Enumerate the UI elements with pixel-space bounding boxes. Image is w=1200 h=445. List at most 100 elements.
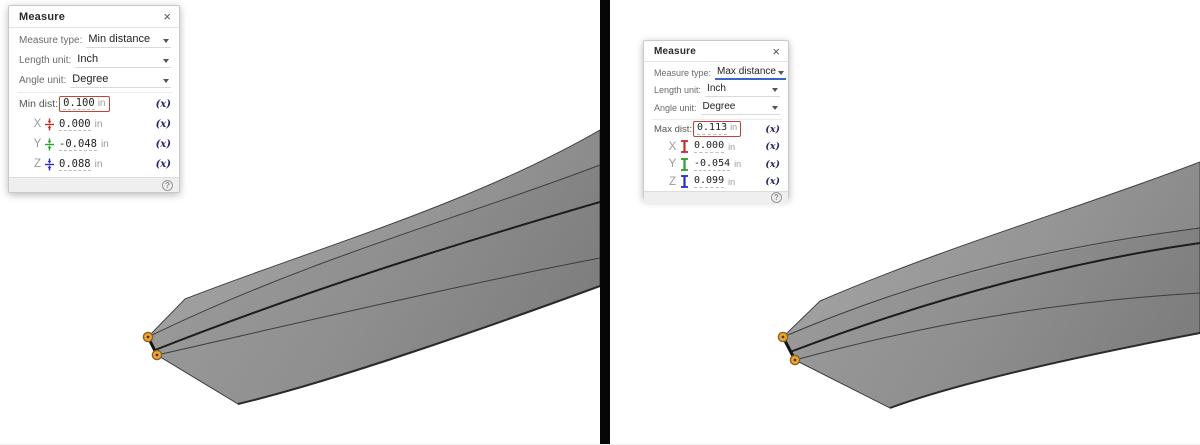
- axis-x-label: X: [667, 141, 678, 153]
- length-unit-row: Length unit: Inch: [654, 82, 780, 100]
- axis-z-row: Z 0.088 in (x): [19, 154, 171, 174]
- angle-unit-select[interactable]: Degree: [70, 73, 171, 88]
- dialog-header: Measure ×: [9, 6, 179, 28]
- split-view-divider: [600, 0, 610, 444]
- unit-label: in: [95, 119, 103, 130]
- max-distance-z-icon: [679, 175, 690, 188]
- axis-y-label: Y: [667, 158, 678, 170]
- create-variable-button[interactable]: (x): [765, 124, 780, 135]
- axis-x-row: X 0.000 in (x): [654, 138, 780, 156]
- angle-unit-select[interactable]: Degree: [701, 101, 780, 115]
- unit-label: in: [101, 139, 109, 150]
- dialog-body: Measure type: Max distance Length unit: …: [644, 62, 788, 191]
- chevron-down-icon: [772, 106, 778, 110]
- axis-y-row: Y -0.054 in (x): [654, 156, 780, 174]
- axis-y-row: Y -0.048 in (x): [19, 134, 171, 154]
- chevron-down-icon: [163, 59, 169, 63]
- measure-type-row: Measure type: Min distance: [19, 30, 171, 50]
- unit-label: in: [734, 159, 741, 169]
- measure-type-label: Measure type:: [19, 35, 82, 46]
- measure-type-select[interactable]: Min distance: [86, 33, 171, 48]
- viewport-max-distance: Measure × Measure type: Max distance Len…: [610, 0, 1200, 444]
- angle-unit-label: Angle unit:: [654, 103, 697, 113]
- axis-y-value[interactable]: -0.054: [694, 158, 730, 171]
- close-icon[interactable]: ×: [163, 12, 171, 22]
- create-variable-button[interactable]: (x): [765, 176, 780, 187]
- axis-z-row: Z 0.099 in (x): [654, 173, 780, 191]
- help-icon[interactable]: ?: [771, 192, 782, 203]
- length-unit-select[interactable]: Inch: [75, 53, 171, 68]
- angle-unit-row: Angle unit: Degree: [654, 99, 780, 117]
- create-variable-button[interactable]: (x): [156, 159, 171, 170]
- angle-unit-value: Degree: [703, 101, 770, 112]
- unit-label: in: [728, 142, 735, 152]
- help-icon[interactable]: ?: [162, 180, 173, 191]
- dialog-title: Measure: [654, 46, 696, 57]
- chevron-down-icon: [163, 79, 169, 83]
- max-distance-y-icon: [679, 158, 690, 171]
- create-variable-button[interactable]: (x): [156, 99, 171, 110]
- min-distance-z-icon: [44, 158, 55, 171]
- chevron-down-icon: [163, 39, 169, 43]
- dialog-footer: ?: [644, 191, 788, 203]
- dialog-footer: ?: [9, 177, 179, 192]
- max-distance-x-icon: [679, 140, 690, 153]
- max-dist-row: Max dist: 0.113 in (x): [654, 121, 780, 139]
- measure-vertex-point[interactable]: [152, 350, 161, 359]
- measure-type-label: Measure type:: [654, 68, 711, 78]
- create-variable-button[interactable]: (x): [156, 139, 171, 150]
- axis-y-label: Y: [32, 138, 43, 150]
- measure-type-value: Min distance: [88, 33, 161, 45]
- measure-vertex-point[interactable]: [778, 332, 787, 341]
- highlighted-value-box: 0.113 in: [693, 121, 741, 137]
- unit-label: in: [730, 122, 737, 132]
- axis-z-value[interactable]: 0.088: [59, 158, 91, 171]
- length-unit-value: Inch: [707, 83, 770, 94]
- angle-unit-value: Degree: [72, 73, 161, 85]
- min-dist-value[interactable]: 0.100: [63, 97, 95, 110]
- axis-x-row: X 0.000 in (x): [19, 114, 171, 134]
- length-unit-row: Length unit: Inch: [19, 50, 171, 70]
- measure-vertex-point[interactable]: [143, 332, 152, 341]
- min-dist-label: Min dist:: [19, 98, 58, 110]
- highlighted-value-box: 0.100 in: [59, 96, 109, 112]
- measure-dialog-max: Measure × Measure type: Max distance Len…: [643, 40, 789, 199]
- length-unit-label: Length unit:: [654, 85, 701, 95]
- min-distance-x-icon: [44, 118, 55, 131]
- unit-label: in: [728, 177, 735, 187]
- max-dist-label: Max dist:: [654, 124, 692, 135]
- max-dist-value[interactable]: 0.113: [697, 122, 727, 135]
- axis-z-label: Z: [32, 158, 43, 170]
- axis-y-value[interactable]: -0.048: [59, 138, 97, 151]
- chevron-down-icon: [772, 88, 778, 92]
- close-icon[interactable]: ×: [772, 47, 780, 57]
- measure-type-row: Measure type: Max distance: [654, 64, 780, 82]
- dialog-body: Measure type: Min distance Length unit: …: [9, 28, 179, 177]
- section-divider: [17, 92, 173, 93]
- measure-vertex-point[interactable]: [790, 355, 799, 364]
- dialog-title: Measure: [19, 11, 65, 23]
- dialog-header: Measure ×: [644, 41, 788, 62]
- measure-type-value: Max distance: [717, 66, 776, 77]
- min-distance-y-icon: [44, 138, 55, 151]
- create-variable-button[interactable]: (x): [156, 119, 171, 130]
- angle-unit-row: Angle unit: Degree: [19, 70, 171, 90]
- axis-x-value[interactable]: 0.000: [59, 118, 91, 131]
- measure-dialog-min: Measure × Measure type: Min distance Len…: [8, 5, 180, 193]
- chevron-down-icon: [778, 71, 784, 75]
- angle-unit-label: Angle unit:: [19, 75, 66, 86]
- min-dist-row: Min dist: 0.100 in (x): [19, 94, 171, 114]
- length-unit-label: Length unit:: [19, 55, 71, 66]
- axis-x-value[interactable]: 0.000: [694, 140, 724, 153]
- measure-type-select[interactable]: Max distance: [715, 66, 786, 80]
- create-variable-button[interactable]: (x): [765, 159, 780, 170]
- unit-label: in: [98, 98, 106, 109]
- section-divider: [652, 119, 782, 120]
- axis-x-label: X: [32, 118, 43, 130]
- length-unit-select[interactable]: Inch: [705, 83, 780, 97]
- create-variable-button[interactable]: (x): [765, 141, 780, 152]
- viewport-min-distance: Measure × Measure type: Min distance Len…: [0, 0, 600, 444]
- axis-z-value[interactable]: 0.099: [694, 175, 724, 188]
- unit-label: in: [95, 159, 103, 170]
- length-unit-value: Inch: [77, 53, 161, 65]
